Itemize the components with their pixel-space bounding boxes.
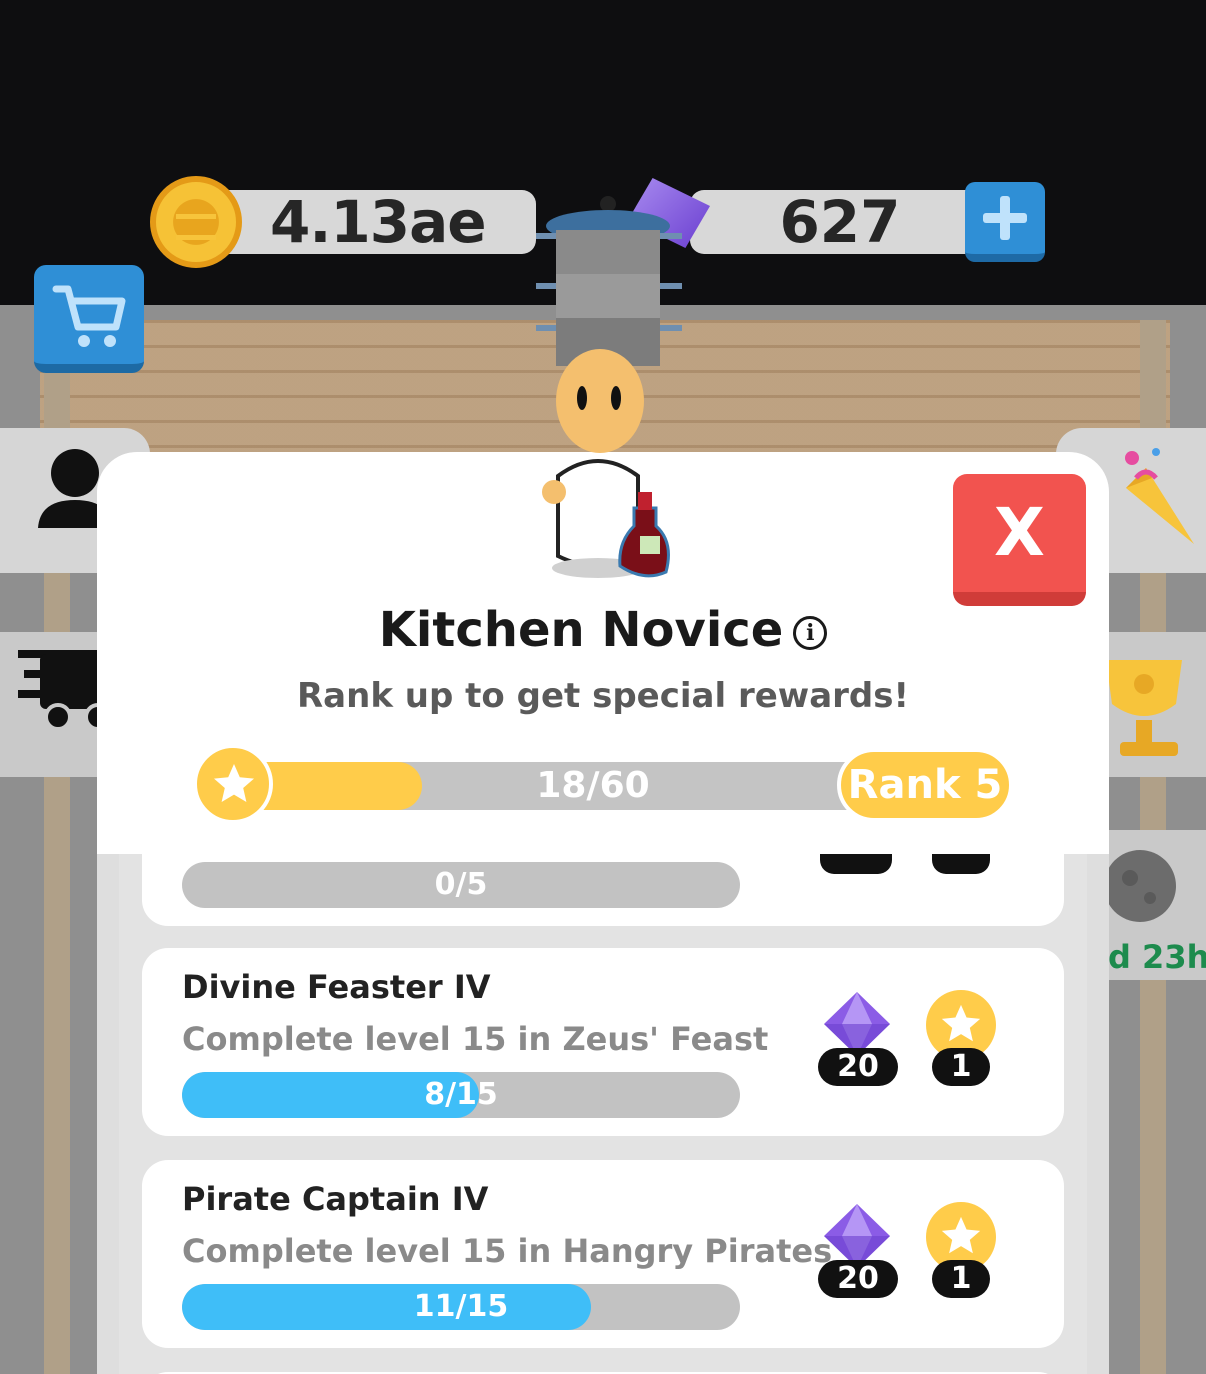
coin-value: 4.13ae	[270, 188, 487, 256]
event-timer: d 23h	[1108, 938, 1206, 976]
rank-star-icon	[193, 744, 273, 824]
gem-value: 627	[779, 188, 901, 256]
quest-card: Divine Feaster IV Complete level 15 in Z…	[142, 948, 1064, 1136]
cart-icon	[52, 285, 126, 347]
quest-list[interactable]: 0/5 Divine Feaster IV Complete level 15 …	[119, 794, 1087, 1374]
gem-reward-count: 20	[818, 1048, 898, 1086]
quest-progress-bar: 0/5	[182, 862, 740, 908]
next-rank-badge: Rank 5	[837, 748, 1013, 822]
close-button[interactable]: X	[953, 474, 1086, 606]
star-reward-count: 1	[932, 1260, 990, 1298]
quest-progress-bar: 8/15	[182, 1072, 740, 1118]
rank-title: Kitchen Novice i	[97, 600, 1109, 660]
quest-name: Pirate Captain IV	[182, 1180, 489, 1218]
info-icon[interactable]: i	[793, 616, 828, 650]
rank-modal: Kitchen Novice i Rank up to get special r…	[97, 452, 1109, 1374]
quest-name: Divine Feaster IV	[182, 968, 491, 1006]
quest-description: Complete level 15 in Hangry Pirates	[182, 1232, 833, 1270]
reward-star-count-partial	[932, 852, 990, 874]
quest-progress-text: 0/5	[434, 867, 488, 902]
rank-title-text: Kitchen Novice	[378, 602, 784, 658]
rank-subtitle: Rank up to get special rewards!	[297, 676, 909, 716]
quest-progress-text: 11/15	[413, 1289, 509, 1324]
quest-description: Complete level 15 in Zeus' Feast	[182, 1020, 769, 1058]
quest-progress-text: 8/15	[424, 1077, 498, 1112]
gem-reward-count: 20	[818, 1260, 898, 1298]
reward-gem-count-partial	[820, 852, 892, 874]
quest-progress-bar: 11/15	[182, 1284, 740, 1330]
quest-card: Pirate Captain IV Complete level 15 in H…	[142, 1160, 1064, 1348]
chef-character	[536, 196, 682, 578]
star-reward-count: 1	[932, 1048, 990, 1086]
coin-icon	[150, 176, 242, 268]
add-gems-button[interactable]	[965, 182, 1045, 262]
shop-button[interactable]	[34, 265, 144, 373]
